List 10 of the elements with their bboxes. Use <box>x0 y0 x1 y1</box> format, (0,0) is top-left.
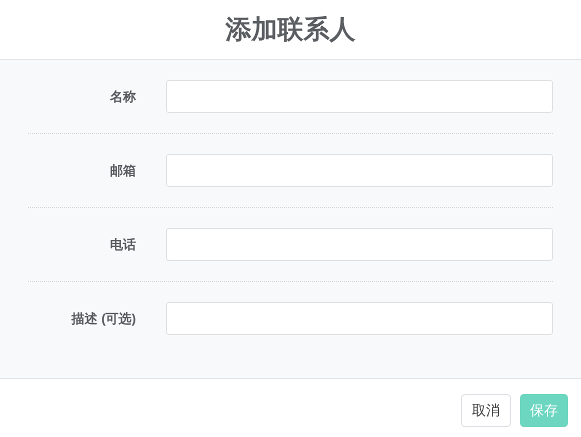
input-field[interactable] <box>166 80 553 113</box>
input-field[interactable] <box>166 228 553 261</box>
cancel-button[interactable]: 取消 <box>461 394 511 427</box>
field-label: 名称 <box>108 88 136 106</box>
field-label: 描述 (可选) <box>70 310 136 328</box>
input-field[interactable] <box>166 302 553 335</box>
field-label: 电话 <box>109 236 136 254</box>
dialog-title: 添加联系人 <box>226 13 356 46</box>
input-field[interactable] <box>166 154 553 187</box>
field-label: 邮箱 <box>109 162 136 180</box>
